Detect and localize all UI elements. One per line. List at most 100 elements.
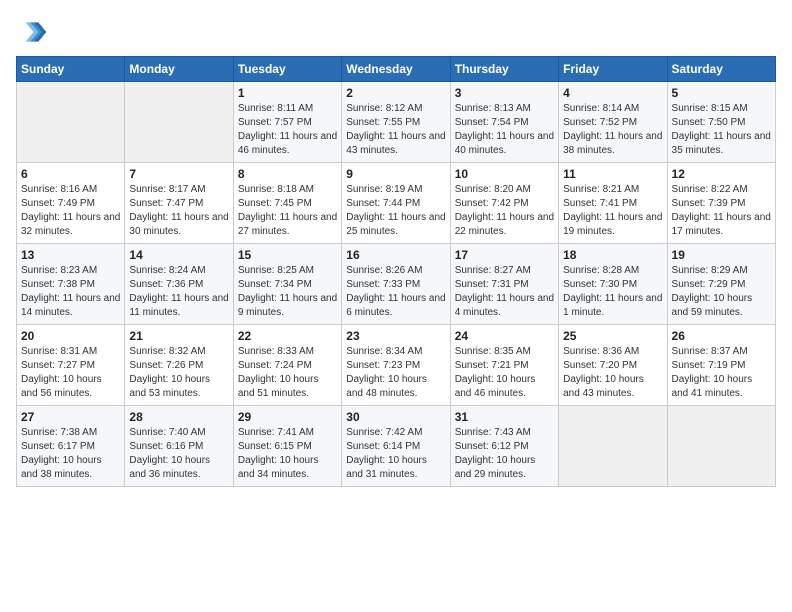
day-number: 8 xyxy=(238,167,337,181)
calendar-cell xyxy=(17,82,125,163)
day-detail: Sunrise: 8:21 AM Sunset: 7:41 PM Dayligh… xyxy=(563,183,662,239)
calendar-cell: 25Sunrise: 8:36 AM Sunset: 7:20 PM Dayli… xyxy=(559,325,667,406)
day-number: 22 xyxy=(238,329,337,343)
calendar-cell xyxy=(667,406,775,487)
day-number: 18 xyxy=(563,248,662,262)
day-detail: Sunrise: 8:13 AM Sunset: 7:54 PM Dayligh… xyxy=(455,102,554,158)
calendar-cell xyxy=(125,82,233,163)
weekday-header: Thursday xyxy=(450,57,558,82)
day-number: 20 xyxy=(21,329,120,343)
day-number: 4 xyxy=(563,86,662,100)
day-number: 23 xyxy=(346,329,445,343)
calendar-cell: 22Sunrise: 8:33 AM Sunset: 7:24 PM Dayli… xyxy=(233,325,341,406)
day-number: 5 xyxy=(672,86,771,100)
day-number: 7 xyxy=(129,167,228,181)
weekday-header: Tuesday xyxy=(233,57,341,82)
weekday-header: Wednesday xyxy=(342,57,450,82)
day-number: 11 xyxy=(563,167,662,181)
day-detail: Sunrise: 8:26 AM Sunset: 7:33 PM Dayligh… xyxy=(346,264,445,320)
day-number: 13 xyxy=(21,248,120,262)
calendar-cell: 8Sunrise: 8:18 AM Sunset: 7:45 PM Daylig… xyxy=(233,163,341,244)
calendar-cell: 12Sunrise: 8:22 AM Sunset: 7:39 PM Dayli… xyxy=(667,163,775,244)
day-detail: Sunrise: 8:36 AM Sunset: 7:20 PM Dayligh… xyxy=(563,345,662,401)
calendar-cell: 17 Sunrise: 8:27 AM Sunset: 7:31 PM Dayli… xyxy=(450,244,558,325)
calendar-header: SundayMondayTuesdayWednesdayThursdayFrid… xyxy=(17,57,776,82)
day-detail: Sunrise: 8:12 AM Sunset: 7:55 PM Dayligh… xyxy=(346,102,445,158)
day-number: 26 xyxy=(672,329,771,343)
day-number: 19 xyxy=(672,248,771,262)
day-detail: Sunrise: 8:31 AM Sunset: 7:27 PM Dayligh… xyxy=(21,345,120,401)
calendar-cell: 26 Sunrise: 8:37 AM Sunset: 7:19 PM Dayli… xyxy=(667,325,775,406)
day-number: 28 xyxy=(129,410,228,424)
day-number: 14 xyxy=(129,248,228,262)
logo-icon xyxy=(16,16,48,48)
day-detail: Sunrise: 7:43 AM Sunset: 6:12 PM Dayligh… xyxy=(455,426,554,482)
day-number: 2 xyxy=(346,86,445,100)
day-detail: Sunrise: 7:41 AM Sunset: 6:15 PM Dayligh… xyxy=(238,426,337,482)
calendar-cell: 24 Sunrise: 8:35 AM Sunset: 7:21 PM Dayli… xyxy=(450,325,558,406)
day-detail: Sunrise: 8:16 AM Sunset: 7:49 PM Dayligh… xyxy=(21,183,120,239)
weekday-header: Sunday xyxy=(17,57,125,82)
calendar-cell: 14 Sunrise: 8:24 AM Sunset: 7:36 PM Dayli… xyxy=(125,244,233,325)
day-number: 30 xyxy=(346,410,445,424)
day-number: 27 xyxy=(21,410,120,424)
day-detail: Sunrise: 7:40 AM Sunset: 6:16 PM Dayligh… xyxy=(129,426,228,482)
day-detail: Sunrise: 8:27 AM Sunset: 7:31 PM Dayligh… xyxy=(455,264,554,320)
calendar-cell: 21Sunrise: 8:32 AM Sunset: 7:26 PM Dayli… xyxy=(125,325,233,406)
day-number: 16 xyxy=(346,248,445,262)
calendar-cell: 30 Sunrise: 7:42 AM Sunset: 6:14 PM Dayli… xyxy=(342,406,450,487)
day-detail: Sunrise: 8:22 AM Sunset: 7:39 PM Dayligh… xyxy=(672,183,771,239)
day-detail: Sunrise: 8:29 AM Sunset: 7:29 PM Dayligh… xyxy=(672,264,771,320)
calendar-cell: 6 Sunrise: 8:16 AM Sunset: 7:49 PM Daylig… xyxy=(17,163,125,244)
calendar-cell: 1Sunrise: 8:11 AM Sunset: 7:57 PM Daylig… xyxy=(233,82,341,163)
day-detail: Sunrise: 8:25 AM Sunset: 7:34 PM Dayligh… xyxy=(238,264,337,320)
day-number: 24 xyxy=(455,329,554,343)
day-detail: Sunrise: 8:35 AM Sunset: 7:21 PM Dayligh… xyxy=(455,345,554,401)
weekday-header: Friday xyxy=(559,57,667,82)
calendar-cell: 19 Sunrise: 8:29 AM Sunset: 7:29 PM Dayli… xyxy=(667,244,775,325)
day-detail: Sunrise: 8:28 AM Sunset: 7:30 PM Dayligh… xyxy=(563,264,662,320)
calendar-cell: 2 Sunrise: 8:12 AM Sunset: 7:55 PM Daylig… xyxy=(342,82,450,163)
day-number: 9 xyxy=(346,167,445,181)
day-number: 29 xyxy=(238,410,337,424)
calendar-body: 1Sunrise: 8:11 AM Sunset: 7:57 PM Daylig… xyxy=(17,82,776,487)
calendar-cell: 20 Sunrise: 8:31 AM Sunset: 7:27 PM Dayli… xyxy=(17,325,125,406)
calendar-cell xyxy=(559,406,667,487)
day-number: 21 xyxy=(129,329,228,343)
day-number: 1 xyxy=(238,86,337,100)
calendar-cell: 18 Sunrise: 8:28 AM Sunset: 7:30 PM Dayli… xyxy=(559,244,667,325)
calendar-table: SundayMondayTuesdayWednesdayThursdayFrid… xyxy=(16,56,776,487)
calendar-cell: 4 Sunrise: 8:14 AM Sunset: 7:52 PM Daylig… xyxy=(559,82,667,163)
calendar-cell: 31Sunrise: 7:43 AM Sunset: 6:12 PM Dayli… xyxy=(450,406,558,487)
calendar-cell: 13 Sunrise: 8:23 AM Sunset: 7:38 PM Dayli… xyxy=(17,244,125,325)
calendar-week-row: 20 Sunrise: 8:31 AM Sunset: 7:27 PM Dayli… xyxy=(17,325,776,406)
calendar-cell: 27 Sunrise: 7:38 AM Sunset: 6:17 PM Dayli… xyxy=(17,406,125,487)
calendar-week-row: 13 Sunrise: 8:23 AM Sunset: 7:38 PM Dayli… xyxy=(17,244,776,325)
logo xyxy=(16,16,52,48)
calendar-week-row: 1Sunrise: 8:11 AM Sunset: 7:57 PM Daylig… xyxy=(17,82,776,163)
calendar-cell: 5 Sunrise: 8:15 AM Sunset: 7:50 PM Daylig… xyxy=(667,82,775,163)
calendar-cell: 29 Sunrise: 7:41 AM Sunset: 6:15 PM Dayli… xyxy=(233,406,341,487)
day-detail: Sunrise: 7:38 AM Sunset: 6:17 PM Dayligh… xyxy=(21,426,120,482)
calendar-cell: 10 Sunrise: 8:20 AM Sunset: 7:42 PM Dayli… xyxy=(450,163,558,244)
day-detail: Sunrise: 8:23 AM Sunset: 7:38 PM Dayligh… xyxy=(21,264,120,320)
calendar-cell: 7 Sunrise: 8:17 AM Sunset: 7:47 PM Daylig… xyxy=(125,163,233,244)
day-detail: Sunrise: 8:15 AM Sunset: 7:50 PM Dayligh… xyxy=(672,102,771,158)
day-detail: Sunrise: 8:14 AM Sunset: 7:52 PM Dayligh… xyxy=(563,102,662,158)
day-detail: Sunrise: 8:17 AM Sunset: 7:47 PM Dayligh… xyxy=(129,183,228,239)
calendar-cell: 28 Sunrise: 7:40 AM Sunset: 6:16 PM Dayli… xyxy=(125,406,233,487)
day-detail: Sunrise: 8:24 AM Sunset: 7:36 PM Dayligh… xyxy=(129,264,228,320)
day-number: 17 xyxy=(455,248,554,262)
weekday-header: Saturday xyxy=(667,57,775,82)
day-detail: Sunrise: 8:20 AM Sunset: 7:42 PM Dayligh… xyxy=(455,183,554,239)
calendar-cell: 3 Sunrise: 8:13 AM Sunset: 7:54 PM Daylig… xyxy=(450,82,558,163)
day-number: 6 xyxy=(21,167,120,181)
calendar-cell: 15Sunrise: 8:25 AM Sunset: 7:34 PM Dayli… xyxy=(233,244,341,325)
calendar-cell: 11 Sunrise: 8:21 AM Sunset: 7:41 PM Dayli… xyxy=(559,163,667,244)
calendar-cell: 23Sunrise: 8:34 AM Sunset: 7:23 PM Dayli… xyxy=(342,325,450,406)
day-number: 10 xyxy=(455,167,554,181)
day-detail: Sunrise: 7:42 AM Sunset: 6:14 PM Dayligh… xyxy=(346,426,445,482)
day-detail: Sunrise: 8:37 AM Sunset: 7:19 PM Dayligh… xyxy=(672,345,771,401)
day-number: 3 xyxy=(455,86,554,100)
calendar-cell: 16 Sunrise: 8:26 AM Sunset: 7:33 PM Dayli… xyxy=(342,244,450,325)
